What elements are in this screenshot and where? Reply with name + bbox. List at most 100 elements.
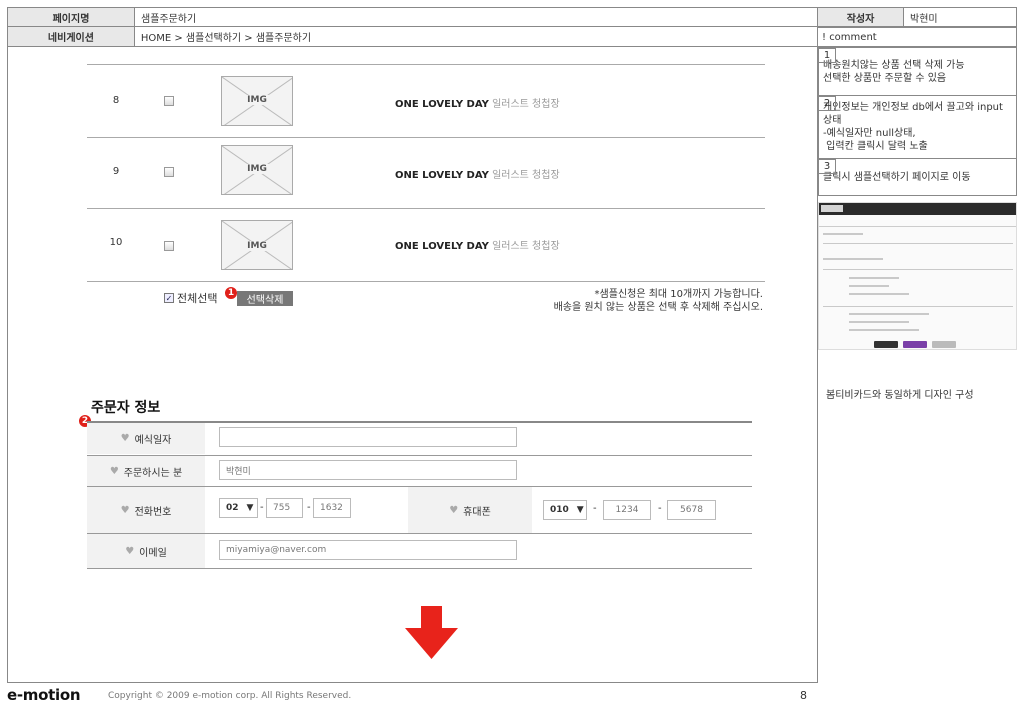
comment-text: 배송원치않는 상품 선택 삭제 가능 선택한 상품만 주문할 수 있음 [818,47,1017,96]
thumbnail-line [823,306,1013,307]
heart-icon: ♥ [125,545,135,557]
wedding-date-input[interactable] [219,427,517,447]
thumbnail-line [849,313,929,315]
thumbnail-caption: 봄티비카드와 동일하게 디자인 구성 [826,390,974,401]
dash-separator: - [260,502,264,513]
delete-selected-button[interactable]: 선택삭제 [237,291,293,306]
dropdown-arrow-icon: ▼ [246,503,254,513]
phone-area-value: 02 [226,503,239,513]
form-bottom-border [87,568,752,569]
thumbnail-line [849,329,919,331]
dash-separator: - [307,502,311,513]
thumbnail-line [823,243,1013,244]
breadcrumb: HOME > 샘플선택하기 > 샘플주문하기 [140,33,312,44]
select-all-checkbox[interactable]: ✓ [164,293,174,303]
header-row-nav: 네비게이션 HOME > 샘플선택하기 > 샘플주문하기 [7,27,818,47]
product-name[interactable]: ONE LOVELY DAY 일러스트 청첩장 [395,237,560,252]
comment-table: 1 배송원치않는 상품 선택 삭제 가능 선택한 상품만 주문할 수 있음 2 … [818,47,1017,196]
header-row-page: 페이지명 샘플주문하기 작성자 박현미 [7,7,1017,27]
thumbnail-button [903,341,927,348]
comment-text: 클릭시 샘플선택하기 페이지로 이동 [818,158,1017,196]
product-name[interactable]: ONE LOVELY DAY 일러스트 청첩장 [395,95,560,110]
mobile-prefix-value: 010 [550,505,569,515]
product-subtitle: 일러스트 청첩장 [492,241,560,252]
thumbnail-logo [821,205,843,212]
reference-thumbnail [818,202,1017,350]
row-divider [87,137,765,138]
product-image: IMG [221,145,293,195]
product-checkbox[interactable] [164,96,174,106]
comment-text: 개인정보는 개인정보 db에서 끌고와 input상태 -예식일자만 null상… [818,95,1017,159]
product-title: ONE LOVELY DAY [395,241,489,252]
sample-notice: *샘플신청은 최대 10개까지 가능합니다. 배송을 원치 않는 상품은 선택 … [554,288,763,314]
notice-line: 배송을 원치 않는 상품은 선택 후 삭제해 주십시오. [553,302,763,313]
thumbnail-nav [819,217,1016,227]
phone-label: ♥ 전화번호 [87,487,205,533]
product-number: 9 [112,166,120,177]
footer-copyright: Copyright © 2009 e-motion corp. All Righ… [108,691,352,701]
email-label-text: 이메일 [139,547,167,559]
comment-row: 3 클릭시 샘플선택하기 페이지로 이동 [818,158,1017,196]
phone-area-select[interactable]: 02 ▼ [219,498,258,518]
image-label: IMG [242,95,272,105]
dash-separator: - [658,503,662,514]
heart-icon: ♥ [449,504,459,516]
mobile-mid-input[interactable]: 1234 [603,500,651,520]
main-frame [7,47,818,683]
phone-mid-input[interactable]: 755 [266,498,303,518]
image-label: IMG [242,241,272,251]
email-label: ♥ 이메일 [87,534,205,568]
nav-label: 네비게이션 [8,27,135,46]
row-divider [87,64,765,65]
comment-number: 2 [818,95,836,111]
product-image: IMG [221,76,293,126]
notice-line: *샘플신청은 최대 10개까지 가능합니다. [594,289,763,300]
thumbnail-line [849,321,909,323]
thumbnail-button [874,341,898,348]
image-label: IMG [242,164,272,174]
phone-label-text: 전화번호 [134,506,172,518]
heart-icon: ♥ [120,433,130,444]
mobile-last-input[interactable]: 5678 [667,500,716,520]
orderer-label-text: 주문하시는 분 [123,467,183,479]
row-divider [87,281,765,282]
row-divider [87,208,765,209]
down-arrow-icon [405,606,458,659]
comment-line: -예식일자만 null상태, [823,128,916,139]
email-input[interactable]: miyamiya@naver.com [219,540,517,560]
product-number: 10 [109,237,123,248]
select-all[interactable]: ✓ 전체선택 [164,290,217,306]
phone-last-input[interactable]: 1632 [313,498,351,518]
mobile-prefix-select[interactable]: 010 ▼ [543,500,587,520]
wedding-date-label: ♥ 예식일자 [87,423,205,454]
wedding-date-label-text: 예식일자 [134,435,172,446]
dropdown-arrow-icon: ▼ [576,505,584,515]
product-checkbox[interactable] [164,167,174,177]
comment-line: 입력칸 클릭시 달력 노출 [823,141,928,152]
thumbnail-button [932,341,956,348]
comment-line: 클릭시 샘플선택하기 페이지로 이동 [823,171,971,183]
heart-icon: ♥ [120,504,130,516]
product-image: IMG [221,220,293,270]
page-name: 샘플주문하기 [135,8,818,26]
section-title-orderer: 주문자 정보 [91,400,161,416]
product-number: 8 [112,95,120,106]
orderer-name-input[interactable]: 박현미 [219,460,517,480]
product-checkbox[interactable] [164,241,174,251]
thumbnail-line [823,233,863,235]
thumbnail-line [823,258,883,260]
product-title: ONE LOVELY DAY [395,170,489,181]
product-title: ONE LOVELY DAY [395,99,489,110]
author-name: 박현미 [910,13,938,25]
comment-line: 개인정보는 개인정보 db에서 끌고와 input상태 [823,102,1003,126]
comment-line: 선택한 상품만 주문할 수 있음 [823,72,947,84]
mobile-label: ♥ 휴대폰 [408,487,532,533]
comment-row: 1 배송원치않는 상품 선택 삭제 가능 선택한 상품만 주문할 수 있음 [818,47,1017,96]
heart-icon: ♥ [109,465,119,477]
page-name-label: 페이지명 [8,8,135,26]
thumbnail-line [823,269,1013,270]
product-name[interactable]: ONE LOVELY DAY 일러스트 청첩장 [395,166,560,181]
comment-number: 1 [818,47,836,63]
comment-line: 배송원치않는 상품 선택 삭제 가능 [823,59,965,71]
footer-logo: e-motion [7,686,81,704]
